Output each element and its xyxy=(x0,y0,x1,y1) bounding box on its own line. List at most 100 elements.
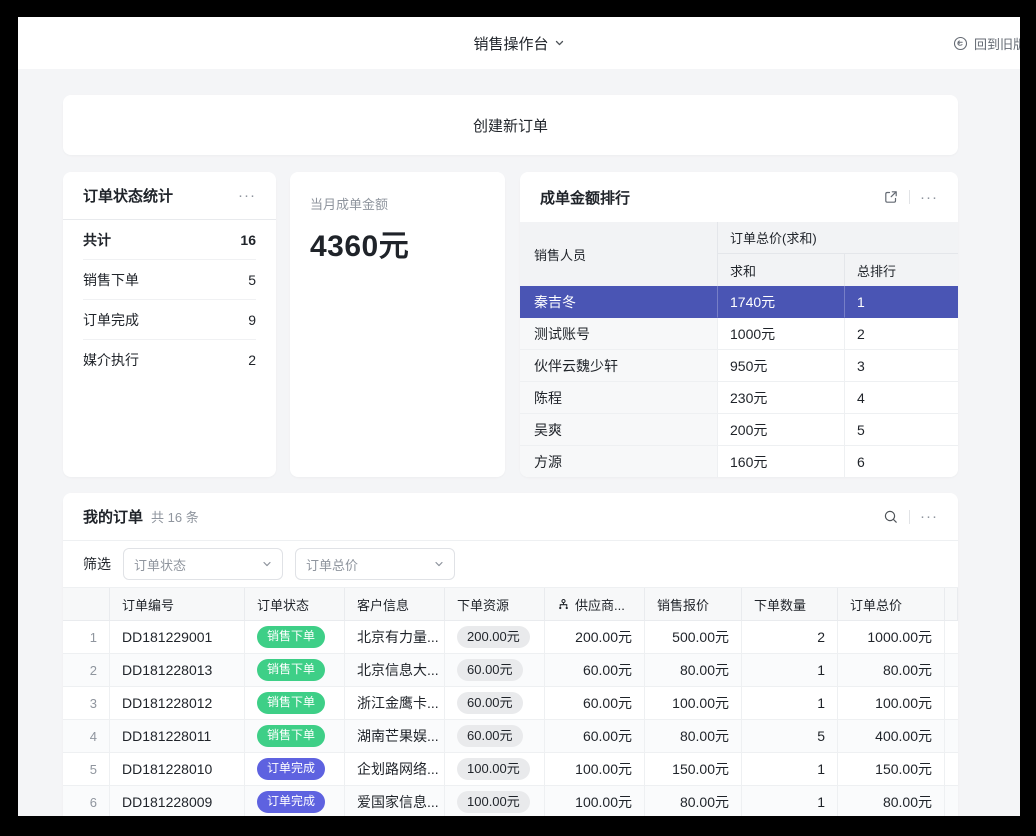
status-row-total[interactable]: 共计 16 xyxy=(83,220,256,260)
order-table-row[interactable]: 2 DD181228013 销售下单 北京信息大... 60.00元 60.00… xyxy=(63,654,958,687)
cell-row-number: 1 xyxy=(63,621,110,653)
order-total-filter-select[interactable]: 订单总价 xyxy=(295,548,455,580)
resource-badge: 60.00元 xyxy=(457,692,523,715)
ranking-sum: 200元 xyxy=(718,414,845,446)
ranking-person: 方源 xyxy=(520,446,718,477)
cell-row-number: 4 xyxy=(63,720,110,752)
status-badge: 销售下单 xyxy=(257,725,325,747)
status-label: 共计 xyxy=(83,230,111,250)
ranking-rank: 6 xyxy=(845,446,958,477)
cell-order-no: DD181229001 xyxy=(110,621,245,653)
ranking-sum: 1740元 xyxy=(718,286,845,318)
ranking-col-person: 销售人员 xyxy=(520,222,718,286)
monthly-amount-card: 当月成单金额 4360元 xyxy=(290,172,505,477)
page-title: 销售操作台 xyxy=(473,33,548,54)
order-status-filter-select[interactable]: 订单状态 xyxy=(123,548,283,580)
app-window: 销售操作台 回到旧版 创建新订单 订单状态统计 ··· 共计 16 销售下单 5 xyxy=(18,17,1020,816)
cell-row-number: 6 xyxy=(63,786,110,816)
topbar: 销售操作台 回到旧版 xyxy=(18,17,1020,69)
restore-icon xyxy=(953,36,968,51)
status-card-title: 订单状态统计 xyxy=(83,185,173,206)
more-icon[interactable]: ··· xyxy=(920,190,938,205)
ranking-row[interactable]: 测试账号 1000元 2 xyxy=(520,318,958,350)
cell-supplier: 100.00元 xyxy=(545,753,645,785)
ranking-person: 陈程 xyxy=(520,382,718,414)
more-icon[interactable]: ··· xyxy=(920,509,938,524)
filter-label: 筛选 xyxy=(83,554,111,574)
cell-customer: 湖南芒果娱... xyxy=(345,720,445,752)
cell-customer: 浙江金鹰卡... xyxy=(345,687,445,719)
cell-supplier: 100.00元 xyxy=(545,786,645,816)
status-value: 9 xyxy=(248,312,256,328)
ranking-rank: 3 xyxy=(845,350,958,382)
status-row[interactable]: 销售下单 5 xyxy=(83,260,256,300)
workspace-switcher[interactable]: 销售操作台 xyxy=(473,17,564,69)
ranking-person: 测试账号 xyxy=(520,318,718,350)
cell-qty: 1 xyxy=(742,753,838,785)
order-table-row[interactable]: 1 DD181229001 销售下单 北京有力量... 200.00元 200.… xyxy=(63,621,958,654)
status-badge: 订单完成 xyxy=(257,758,325,780)
back-to-old-version-label: 回到旧版 xyxy=(974,34,1020,53)
cell-order-no: DD181228009 xyxy=(110,786,245,816)
divider xyxy=(909,190,910,204)
cell-spacer xyxy=(945,687,958,719)
more-icon[interactable]: ··· xyxy=(238,188,256,203)
col-spacer xyxy=(945,588,958,620)
resource-badge: 100.00元 xyxy=(457,791,530,814)
col-quote: 销售报价 xyxy=(645,588,742,620)
status-row[interactable]: 媒介执行 2 xyxy=(83,340,256,380)
cell-order-status: 销售下单 xyxy=(245,621,345,653)
cell-qty: 5 xyxy=(742,720,838,752)
cell-total: 80.00元 xyxy=(838,786,945,816)
ranking-card-title: 成单金额排行 xyxy=(540,187,630,208)
ranking-row[interactable]: 伙伴云魏少轩 950元 3 xyxy=(520,350,958,382)
col-total: 订单总价 xyxy=(838,588,945,620)
cell-spacer xyxy=(945,786,958,816)
status-value: 16 xyxy=(240,232,256,248)
status-label: 销售下单 xyxy=(83,270,139,290)
ranking-rank: 4 xyxy=(845,382,958,414)
cell-resource: 60.00元 xyxy=(445,720,545,752)
back-to-old-version-button[interactable]: 回到旧版 xyxy=(953,17,1020,69)
cell-order-no: DD181228011 xyxy=(110,720,245,752)
cell-quote: 80.00元 xyxy=(645,786,742,816)
resource-badge: 200.00元 xyxy=(457,626,530,649)
open-external-icon[interactable] xyxy=(883,189,899,205)
status-badge: 销售下单 xyxy=(257,659,325,681)
status-label: 订单完成 xyxy=(83,310,139,330)
deal-ranking-card: 成单金额排行 ··· 销售人员 订单总价(求和) 求和 总排行 秦吉冬 1740… xyxy=(520,172,958,477)
cell-row-number: 2 xyxy=(63,654,110,686)
ranking-row[interactable]: 吴爽 200元 5 xyxy=(520,414,958,446)
monthly-amount-label: 当月成单金额 xyxy=(310,194,485,213)
cell-order-status: 销售下单 xyxy=(245,654,345,686)
cell-total: 100.00元 xyxy=(838,687,945,719)
cell-customer: 北京信息大... xyxy=(345,654,445,686)
status-value: 5 xyxy=(248,272,256,288)
order-table-row[interactable]: 6 DD181228009 订单完成 爱国家信息... 100.00元 100.… xyxy=(63,786,958,816)
orders-card-header: 我的订单 共 16 条 ··· xyxy=(63,493,958,541)
resource-badge: 60.00元 xyxy=(457,725,523,748)
cell-supplier: 60.00元 xyxy=(545,720,645,752)
ranking-row[interactable]: 秦吉冬 1740元 1 xyxy=(520,286,958,318)
relation-icon xyxy=(557,598,570,611)
cell-resource: 60.00元 xyxy=(445,687,545,719)
status-row[interactable]: 订单完成 9 xyxy=(83,300,256,340)
status-badge: 订单完成 xyxy=(257,791,325,813)
order-table-row[interactable]: 4 DD181228011 销售下单 湖南芒果娱... 60.00元 60.00… xyxy=(63,720,958,753)
ranking-rank: 5 xyxy=(845,414,958,446)
cell-customer: 企划路网络... xyxy=(345,753,445,785)
ranking-row[interactable]: 陈程 230元 4 xyxy=(520,382,958,414)
order-table-row[interactable]: 5 DD181228010 订单完成 企划路网络... 100.00元 100.… xyxy=(63,753,958,786)
cell-order-status: 订单完成 xyxy=(245,753,345,785)
status-value: 2 xyxy=(248,352,256,368)
create-order-button[interactable]: 创建新订单 xyxy=(63,95,958,155)
cell-supplier: 60.00元 xyxy=(545,687,645,719)
order-table-row[interactable]: 3 DD181228012 销售下单 浙江金鹰卡... 60.00元 60.00… xyxy=(63,687,958,720)
ranking-row[interactable]: 方源 160元 6 xyxy=(520,446,958,477)
cell-qty: 2 xyxy=(742,621,838,653)
cell-order-no: DD181228012 xyxy=(110,687,245,719)
col-qty: 下单数量 xyxy=(742,588,838,620)
search-icon[interactable] xyxy=(883,509,899,525)
order-status-filter-placeholder: 订单状态 xyxy=(134,555,186,574)
ranking-person: 秦吉冬 xyxy=(520,286,718,318)
